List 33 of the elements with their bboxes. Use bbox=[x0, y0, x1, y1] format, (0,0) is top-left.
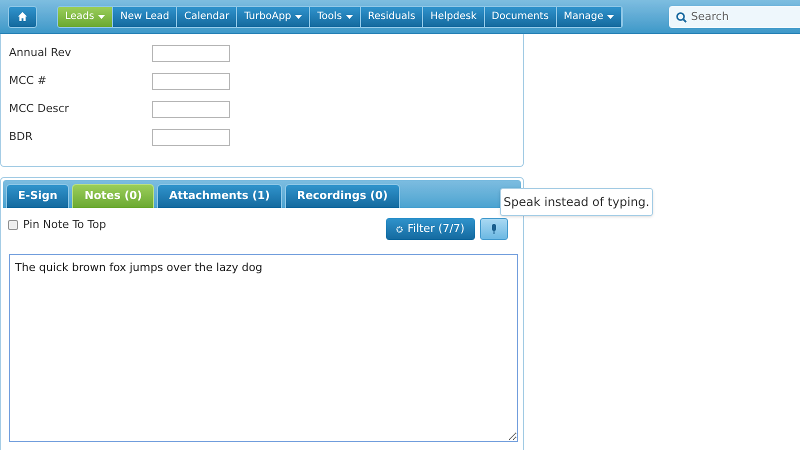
nav-menu-item[interactable]: Helpdesk bbox=[423, 6, 485, 26]
gear-icon bbox=[396, 226, 404, 232]
note-text-area[interactable]: The quick brown fox jumps over the lazy dog bbox=[9, 254, 518, 442]
nav-menu-item[interactable]: Residuals bbox=[360, 6, 424, 26]
field-label: MCC Descr bbox=[9, 100, 70, 117]
nav-menu-item[interactable]: TurboApp bbox=[237, 6, 310, 26]
home-icon bbox=[18, 12, 27, 21]
microphone-icon bbox=[491, 224, 497, 234]
microphone-button[interactable] bbox=[480, 218, 508, 240]
field-label: MCC # bbox=[9, 72, 48, 89]
filter-button[interactable]: Filter (7/7) bbox=[386, 218, 475, 240]
tooltip: Speak instead of typing. bbox=[500, 188, 653, 216]
input-field[interactable] bbox=[152, 72, 230, 90]
home-button[interactable] bbox=[8, 6, 37, 28]
input-field[interactable] bbox=[152, 100, 230, 118]
tab[interactable]: Notes (0) bbox=[72, 184, 154, 208]
tab[interactable]: Attachments (1) bbox=[157, 184, 282, 208]
nav-menu-item[interactable]: Leads bbox=[58, 6, 114, 26]
input-field[interactable] bbox=[152, 44, 230, 62]
tab[interactable]: E-Sign bbox=[6, 184, 70, 208]
tab[interactable]: Recordings (0) bbox=[284, 184, 400, 208]
nav-menu-item[interactable]: Tools bbox=[310, 6, 361, 26]
pin-checkbox[interactable] bbox=[8, 220, 18, 230]
checkbox-label: Pin Note To Top bbox=[23, 217, 106, 233]
input-field[interactable] bbox=[152, 128, 230, 146]
search-icon bbox=[676, 12, 687, 22]
nav-menu-item[interactable]: New Lead bbox=[113, 6, 178, 26]
field-label: BDR bbox=[9, 128, 34, 145]
nav-menu-item[interactable]: Calendar bbox=[177, 6, 238, 26]
nav-menu-item[interactable]: Manage bbox=[556, 6, 622, 26]
search-field[interactable]: Search bbox=[669, 6, 800, 28]
nav-menu-item[interactable]: Documents bbox=[484, 6, 557, 26]
field-label: Annual Rev bbox=[9, 44, 72, 61]
